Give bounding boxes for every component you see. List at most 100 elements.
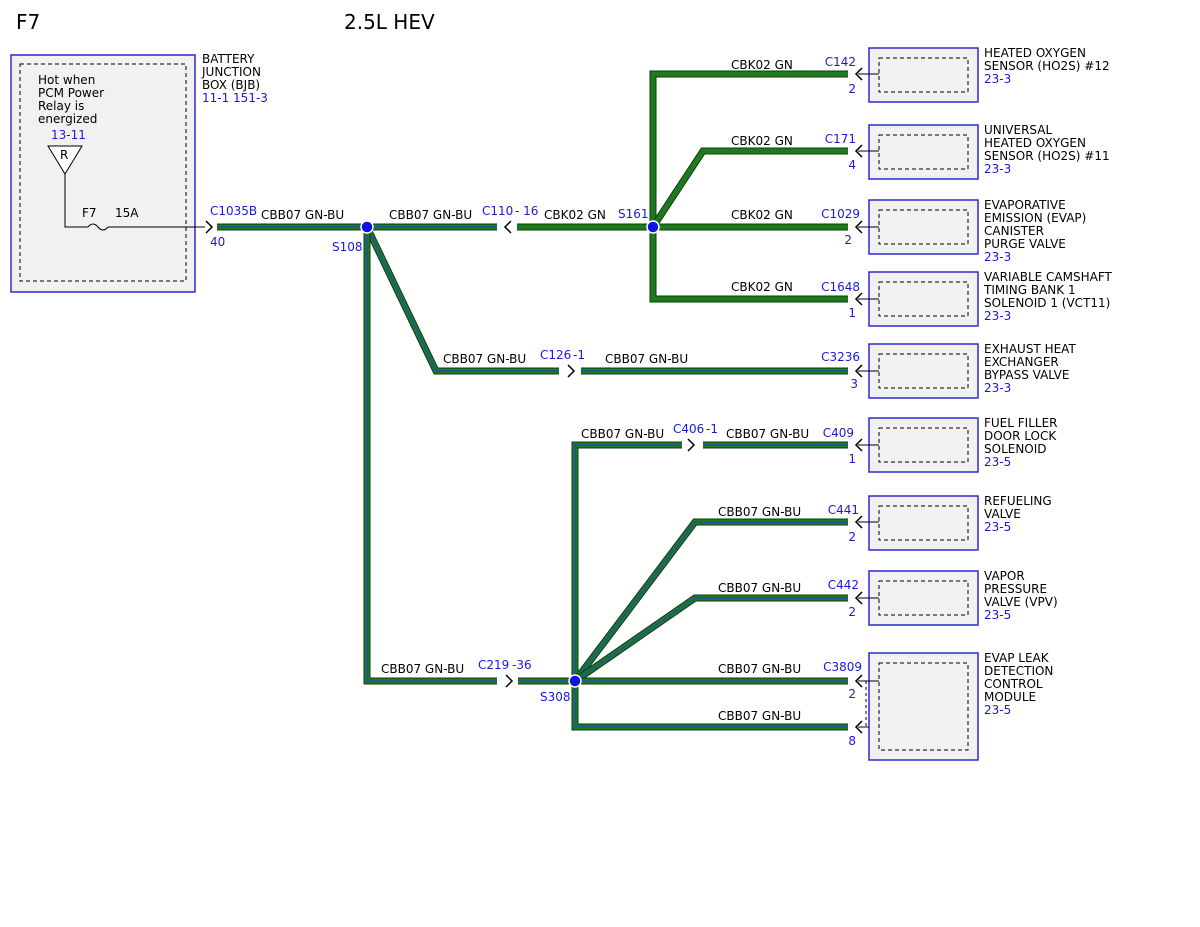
- component-name-line: PRESSURE: [984, 582, 1047, 596]
- component-name-line: EXHAUST HEAT: [984, 342, 1076, 356]
- connector-c3236-pin[interactable]: 3: [850, 377, 858, 391]
- wiring-diagram: F7 2.5L HEV Hot when PCM Power Relay is …: [10, 10, 1113, 761]
- wire-w8: [364, 225, 559, 374]
- connector-c3809-pin[interactable]: 2: [848, 687, 856, 701]
- connector-c126-pin[interactable]: -1: [573, 348, 585, 362]
- connector-c126-label[interactable]: C126: [540, 348, 571, 362]
- wire-w16-stripe: [574, 681, 848, 728]
- component-ref[interactable]: 23-5: [984, 608, 1011, 622]
- component-ref[interactable]: 23-5: [984, 455, 1011, 469]
- connector-c142-label[interactable]: C142: [825, 55, 856, 69]
- connector-c219-label[interactable]: C219: [478, 658, 509, 672]
- connector-c441-label[interactable]: C441: [828, 503, 859, 517]
- splice-s108[interactable]: [360, 220, 374, 234]
- component-box: [868, 124, 979, 180]
- component-box: [868, 343, 979, 399]
- connector-c1029-label[interactable]: C1029: [821, 207, 860, 221]
- relay-ref[interactable]: 13-11: [51, 128, 86, 142]
- component-name-line: VALVE (VPV): [984, 595, 1058, 609]
- bjb-refs[interactable]: 11-1 151-3: [202, 91, 268, 105]
- component-ref[interactable]: 23-5: [984, 703, 1011, 717]
- wire-w6-label: CBK02 GN: [731, 208, 793, 222]
- connector-c3236-label[interactable]: C3236: [821, 350, 860, 364]
- wire-w10-stripe: [366, 227, 497, 682]
- wire-w16-label: CBB07 GN-BU: [718, 709, 801, 723]
- bjb-note-line: PCM Power: [38, 86, 104, 100]
- component-vpv: VAPORPRESSUREVALVE (VPV)23-5: [858, 569, 1058, 626]
- connector-c442-pin[interactable]: 2: [848, 605, 856, 619]
- splice-s308-label[interactable]: S308: [540, 690, 571, 704]
- component-ref[interactable]: 23-3: [984, 381, 1011, 395]
- component-exhaust: EXHAUST HEATEXCHANGERBYPASS VALVE23-3: [858, 342, 1076, 399]
- connector-c142-pin[interactable]: 2: [848, 82, 856, 96]
- splice-s308[interactable]: [568, 674, 582, 688]
- fuse-rating: 15A: [115, 206, 139, 220]
- component-name-line: BYPASS VALVE: [984, 368, 1069, 382]
- bjb-name-line: JUNCTION: [201, 65, 261, 79]
- component-box: [868, 417, 979, 473]
- component-name-line: DETECTION: [984, 664, 1053, 678]
- wire-w3-label: CBK02 GN: [544, 208, 606, 222]
- wire-w8-stripe: [366, 226, 559, 372]
- component-box: [868, 652, 979, 761]
- connector-c219-icon: [505, 674, 514, 688]
- connector-layer: HEATED OXYGENSENSOR (HO2S) #1223-3UNIVER…: [205, 46, 1113, 761]
- component-name-line: HEATED OXYGEN: [984, 46, 1086, 60]
- connector-c409-label[interactable]: C409: [823, 426, 854, 440]
- component-ref[interactable]: 23-3: [984, 309, 1011, 323]
- wire-w16-outline: [571, 681, 848, 731]
- component-refuel: REFUELINGVALVE23-5: [858, 494, 1052, 551]
- bjb-name-line: BOX (BJB): [202, 78, 260, 92]
- component-name-line: UNIVERSAL: [984, 123, 1052, 137]
- component-leak: EVAP LEAKDETECTIONCONTROLMODULE23-5: [858, 651, 1053, 761]
- connector-c3809-label[interactable]: C3809: [823, 660, 862, 674]
- wire-w16: [572, 681, 848, 730]
- connector-c1035b-label[interactable]: C1035B: [210, 204, 257, 218]
- component-name-line: DOOR LOCK: [984, 429, 1057, 443]
- connector-c219-pin[interactable]: -36: [512, 658, 532, 672]
- splice-s108-label[interactable]: S108: [332, 240, 363, 254]
- connector-c1648-pin[interactable]: 1: [848, 306, 856, 320]
- wire-w14-outline: [573, 594, 848, 684]
- fuse-label: F7: [82, 206, 97, 220]
- connector-c1035b-icon: [205, 220, 214, 234]
- wire-w14: [573, 595, 848, 684]
- component-ref[interactable]: 23-5: [984, 520, 1011, 534]
- component-vct: VARIABLE CAMSHAFTTIMING BANK 1SOLENOID 1…: [858, 270, 1113, 327]
- connector-c1029-pin[interactable]: 2: [844, 233, 852, 247]
- connector-c442-label[interactable]: C442: [828, 578, 859, 592]
- component-name-line: EXCHANGER: [984, 355, 1059, 369]
- splice-s161[interactable]: [646, 220, 660, 234]
- connector-c126-icon: [567, 364, 576, 378]
- connector-c409-pin[interactable]: 1: [848, 452, 856, 466]
- component-name-line: VAPOR: [984, 569, 1025, 583]
- connector-c406-pin[interactable]: -1: [706, 422, 718, 436]
- connector-c110-pin[interactable]: - 16: [515, 204, 538, 218]
- wire-w10-outline: [363, 227, 497, 685]
- component-ref[interactable]: 23-3: [984, 72, 1011, 86]
- component-ref[interactable]: 23-3: [984, 162, 1011, 176]
- splice-s161-label[interactable]: S161: [618, 207, 649, 221]
- component-name-line: VARIABLE CAMSHAFT: [984, 270, 1113, 284]
- page-title: 2.5L HEV: [344, 10, 435, 34]
- connector-c441-pin[interactable]: 2: [848, 530, 856, 544]
- component-name-line: TIMING BANK 1: [983, 283, 1076, 297]
- wire-w4-label: CBK02 GN: [731, 58, 793, 72]
- component-box: [868, 199, 979, 255]
- page-code: F7: [16, 10, 40, 34]
- connector-c171-pin[interactable]: 4: [848, 158, 856, 172]
- bjb-note-line: energized: [38, 112, 97, 126]
- wire-w15-label: CBB07 GN-BU: [718, 662, 801, 676]
- component-box: [868, 570, 979, 626]
- connector-c1648-label[interactable]: C1648: [821, 280, 860, 294]
- label-layer: C1035B40C110- 16C126 -1C219 -36C406 -1C1422…: [210, 55, 862, 748]
- connector-c3809b-pin[interactable]: 8: [848, 734, 856, 748]
- component-name-line: SOLENOID 1 (VCT11): [984, 296, 1110, 310]
- component-ref[interactable]: 23-3: [984, 250, 1011, 264]
- component-box: [868, 271, 979, 327]
- connector-c171-label[interactable]: C171: [825, 132, 856, 146]
- connector-c110-label[interactable]: C110: [482, 204, 513, 218]
- connector-c1035b-pin[interactable]: 40: [210, 235, 225, 249]
- component-name-line: HEATED OXYGEN: [984, 136, 1086, 150]
- connector-c406-label[interactable]: C406: [673, 422, 704, 436]
